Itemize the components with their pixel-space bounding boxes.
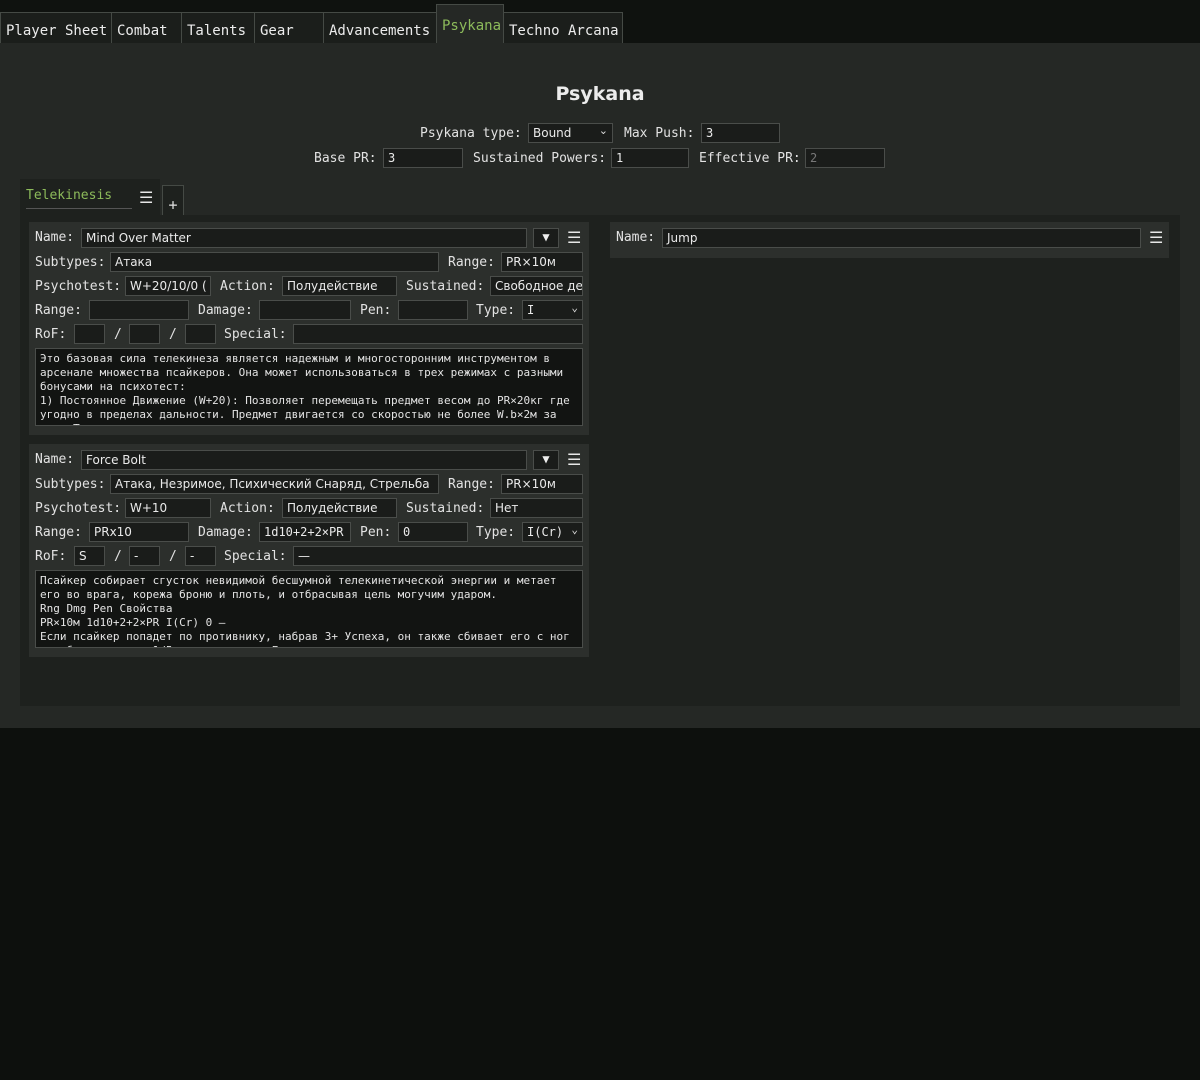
description-textarea[interactable]: Псайкер собирает сгусток невидимой бесшу… <box>35 570 583 648</box>
rof-semi-field[interactable]: - <box>129 546 160 566</box>
chevron-down-icon: ⌄ <box>571 523 578 536</box>
action-field[interactable]: Полудействие <box>282 276 397 296</box>
rof-separator: / <box>114 327 122 342</box>
damage-label: Damage: <box>198 525 253 540</box>
range-label: Range: <box>35 303 82 318</box>
power-card: Name: Force Bolt ▼ ☰ Subtypes: Атака, Не… <box>29 444 589 657</box>
name-label: Name: <box>616 230 656 245</box>
max-push-field[interactable]: 3 <box>701 123 780 143</box>
psykana-type-label: Psykana type: <box>420 126 522 141</box>
rof-single-field[interactable]: S <box>74 546 105 566</box>
power-name-field[interactable]: Force Bolt <box>81 450 527 470</box>
tab-techno-arcana[interactable]: Techno Arcana <box>503 12 623 43</box>
sustained-label: Sustained: <box>406 501 485 516</box>
type-label: Type: <box>476 525 516 540</box>
power-name-field[interactable]: Jump <box>662 228 1141 248</box>
subtypes-field[interactable]: Атака <box>110 252 439 272</box>
psychotest-field[interactable]: W+20/10/0 ( <box>125 276 211 296</box>
subtypes-field[interactable]: Атака, Незримое, Психический Снаряд, Стр… <box>110 474 439 494</box>
tab-combat[interactable]: Combat <box>111 12 182 43</box>
dropdown-icon[interactable]: ▼ <box>533 450 559 470</box>
page-title: Psykana <box>555 83 645 105</box>
range-label: Range: <box>448 477 495 492</box>
weapon-range-field[interactable] <box>89 300 189 320</box>
psychotest-field[interactable]: W+10 <box>125 498 211 518</box>
special-field[interactable]: — <box>293 546 583 566</box>
sustained-label: Sustained: <box>406 279 485 294</box>
menu-icon[interactable]: ☰ <box>567 452 581 468</box>
description-textarea[interactable]: Это базовая сила телекинеза является над… <box>35 348 583 426</box>
rof-full-field[interactable] <box>185 324 216 344</box>
name-label: Name: <box>35 230 75 245</box>
menu-icon[interactable]: ☰ <box>1149 230 1163 246</box>
base-pr-field[interactable]: 3 <box>383 148 463 168</box>
pen-label: Pen: <box>360 525 392 540</box>
rof-label: RoF: <box>35 549 67 564</box>
range-field[interactable]: PR×10м <box>501 252 583 272</box>
tab-gear[interactable]: Gear <box>254 12 324 43</box>
effective-pr-label: Effective PR: <box>699 151 801 166</box>
action-field[interactable]: Полудействие <box>282 498 397 518</box>
power-name-field[interactable]: Mind Over Matter <box>81 228 527 248</box>
pen-field[interactable] <box>398 300 468 320</box>
effective-pr-field: 2 <box>805 148 885 168</box>
sustained-field[interactable]: Свободное дей <box>490 276 583 296</box>
tab-player-sheet[interactable]: Player Sheet <box>0 12 112 43</box>
subtypes-label: Subtypes: <box>35 255 106 270</box>
type-value: I <box>527 303 535 317</box>
rof-full-field[interactable]: - <box>185 546 216 566</box>
tab-psykana[interactable]: Psykana <box>436 4 504 44</box>
discipline-name[interactable]: Telekinesis <box>26 188 132 209</box>
special-label: Special: <box>224 327 287 342</box>
rof-semi-field[interactable] <box>129 324 160 344</box>
damage-field[interactable] <box>259 300 351 320</box>
pen-field[interactable]: 0 <box>398 522 468 542</box>
rof-single-field[interactable] <box>74 324 105 344</box>
type-value: I(Cr) <box>527 525 564 539</box>
sustained-powers-field[interactable]: 1 <box>611 148 689 168</box>
chevron-down-icon: ⌄ <box>571 301 578 314</box>
tab-bar: Player Sheet Combat Talents Gear Advance… <box>0 0 1200 44</box>
special-label: Special: <box>224 549 287 564</box>
tab-talents[interactable]: Talents <box>181 12 255 43</box>
sustained-powers-label: Sustained Powers: <box>473 151 607 166</box>
action-label: Action: <box>220 279 275 294</box>
damage-field[interactable]: 1d10+2+2×PR <box>259 522 351 542</box>
rof-label: RoF: <box>35 327 67 342</box>
type-select[interactable]: I ⌄ <box>522 300 583 320</box>
chevron-down-icon: ⌄ <box>598 124 608 137</box>
range-label: Range: <box>35 525 82 540</box>
range-label: Range: <box>448 255 495 270</box>
special-field[interactable] <box>293 324 583 344</box>
pen-label: Pen: <box>360 303 392 318</box>
name-label: Name: <box>35 452 75 467</box>
psykana-type-select[interactable]: Bound ⌄ <box>528 123 613 143</box>
base-pr-label: Base PR: <box>314 151 377 166</box>
dropdown-icon[interactable]: ▼ <box>533 228 559 248</box>
action-label: Action: <box>220 501 275 516</box>
power-card: Name: Mind Over Matter ▼ ☰ Subtypes: Ата… <box>29 222 589 435</box>
power-card-collapsed: Name: Jump ☰ <box>610 222 1169 258</box>
type-select[interactable]: I(Cr) ⌄ <box>522 522 583 542</box>
range-field[interactable]: PR×10м <box>501 474 583 494</box>
type-label: Type: <box>476 303 516 318</box>
psykana-sheet: Psykana Psykana type: Bound ⌄ Max Push: … <box>0 43 1200 728</box>
rof-separator: / <box>169 549 177 564</box>
sustained-field[interactable]: Нет <box>490 498 583 518</box>
psychotest-label: Psychotest: <box>35 501 122 516</box>
psychotest-label: Psychotest: <box>35 279 122 294</box>
menu-icon[interactable]: ☰ <box>567 230 581 246</box>
discipline-tab-telekinesis[interactable]: Telekinesis ☰ <box>20 179 160 215</box>
menu-icon[interactable]: ☰ <box>139 190 153 206</box>
rof-separator: / <box>114 549 122 564</box>
rof-separator: / <box>169 327 177 342</box>
weapon-range-field[interactable]: PRx10 <box>89 522 189 542</box>
psykana-type-value: Bound <box>533 126 572 140</box>
damage-label: Damage: <box>198 303 253 318</box>
tab-advancements[interactable]: Advancements <box>323 12 437 43</box>
powers-panel: Name: Mind Over Matter ▼ ☰ Subtypes: Ата… <box>20 215 1180 706</box>
max-push-label: Max Push: <box>624 126 695 141</box>
add-discipline-button[interactable]: + <box>162 185 184 215</box>
subtypes-label: Subtypes: <box>35 477 106 492</box>
